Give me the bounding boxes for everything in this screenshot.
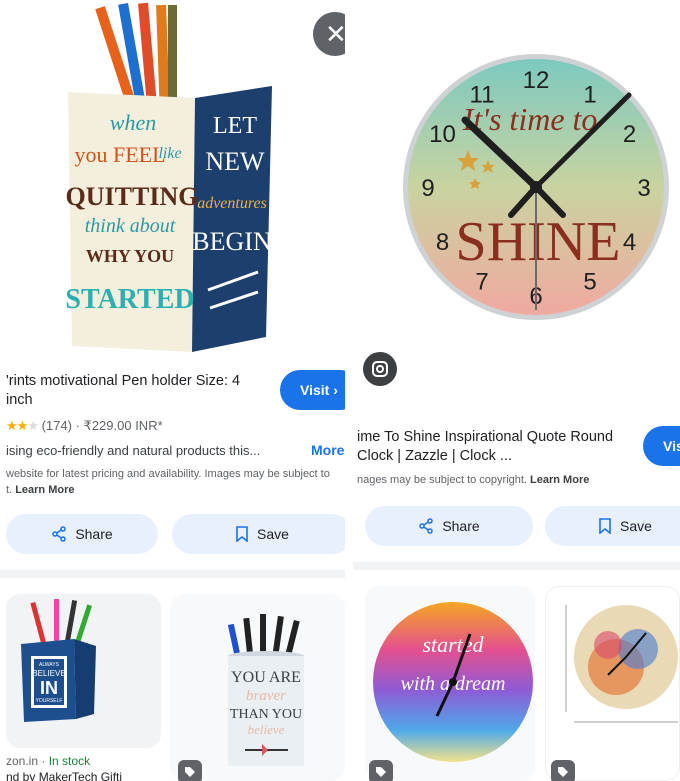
result-title-line-2[interactable]: Clock | Zazzle | Clock ... [357,447,627,466]
learn-more-link[interactable]: Learn More [15,484,74,496]
related-separator: · [41,754,46,768]
related-image-1[interactable]: ALWAYS BELIEVE IN YOURSELF [6,594,161,748]
hero-side-text-3: adventures [197,195,267,212]
bookmark-icon [236,526,248,542]
share-button[interactable]: Share [365,506,533,546]
meta-separator: · [75,418,80,433]
hero-text-2: you FEEL [74,142,165,167]
clock-numeral: 4 [623,229,636,256]
save-button[interactable]: Save [172,514,345,554]
related-1-text-3: IN [40,678,58,698]
section-divider [353,562,680,570]
wall-clock-illustration: 121234567891011 It's time to SHINE [403,54,669,320]
save-button[interactable]: Save [545,506,680,546]
price-tag-icon [178,760,202,781]
bookmark-icon [599,518,611,534]
share-button[interactable]: Share [6,514,158,554]
result-title-line-2[interactable]: inch [6,391,276,410]
price-tag-icon [551,760,575,781]
hero-text-3: like [158,145,181,162]
related-2-text-4: believe [248,722,285,737]
art-clock-illustration [565,605,678,723]
hero-side-text-2: NEW [205,147,265,176]
related-2-text-1: YOU ARE [231,669,301,686]
related-image-2[interactable]: YOU ARE braver THAN YOU believe [170,594,345,781]
hero-text-4: QUITTING [66,182,199,211]
related-1-text-1: ALWAYS [39,662,60,668]
visit-label: Visi [663,438,680,454]
right-result-panel: 121234567891011 It's time to SHINE ime T… [353,0,680,781]
related-1-text-4: YOURSELF [36,698,63,704]
clock-numeral: 12 [523,67,550,94]
related-subtitle[interactable]: nd by MakerTech Gifti [6,770,122,781]
hero-text-6: WHY YOU [86,246,174,266]
copyright-prefix: t. [6,484,13,496]
clock-numeral: 9 [421,175,434,202]
rating-count: (174) [41,418,72,433]
save-label: Save [257,526,289,542]
pen-stand-illustration: ALWAYS BELIEVE IN YOURSELF [21,599,96,722]
pen-holder-illustration: when you FEEL like QUITTING think about … [65,2,272,352]
share-icon [419,518,434,534]
chevron-right-icon: › [329,382,338,398]
more-link[interactable]: More [311,442,344,458]
copyright-notice: website for latest pricing and availabil… [6,466,345,498]
copyright-line-1: website for latest pricing and availabil… [6,468,330,480]
save-label: Save [620,518,652,534]
clock-numeral: 3 [637,175,650,202]
section-divider [0,570,345,578]
visit-label: Visit [300,382,330,398]
hero-text-5: think about [85,215,176,237]
related-clock-text-1: started [422,632,484,657]
hero-side-text-1: LET [213,113,257,139]
related-image-2[interactable] [545,586,680,781]
learn-more-link[interactable]: Learn More [530,474,589,486]
copyright-notice: nages may be subject to copyright. Learn… [357,472,589,488]
share-label: Share [75,526,113,542]
hero-text-1: when [110,110,156,135]
clock-image[interactable]: 121234567891011 It's time to SHINE [353,0,680,350]
star-rating-icon: ★★★ [6,418,39,433]
result-title-line-1[interactable]: 'rints motivational Pen holder Size: 4 [6,372,276,391]
related-image-1[interactable]: started with a dream [365,586,535,781]
rating-row: ★★★ (174) · ₹229.00 INR* [6,418,163,434]
clock-numeral: 8 [436,229,449,256]
related-2-text-3: THAN YOU [230,707,302,722]
result-title[interactable]: 'rints motivational Pen holder Size: 4 i… [6,372,276,410]
result-title-line-1[interactable]: ime To Shine Inspirational Quote Round [357,428,627,447]
share-icon [52,526,67,542]
panel-divider [345,0,353,781]
related-1-text-2: BELIEVE [32,669,65,678]
lens-icon [372,361,388,377]
related-source: zon.in · In stock [6,754,90,768]
hero-side-text-4: BEGIN [192,227,272,256]
clock-text-main: SHINE [456,211,621,273]
copyright-text: nages may be subject to copyright. [357,474,527,486]
pen-holder-image[interactable]: when you FEEL like QUITTING think about … [0,0,345,365]
related-2-text-2: braver [246,688,286,704]
result-title[interactable]: ime To Shine Inspirational Quote Round C… [357,428,627,466]
price-tag-icon [369,760,393,781]
left-result-panel: when you FEEL like QUITTING think about … [0,0,345,781]
rainbow-clock-illustration: started with a dream [373,602,533,762]
mug-illustration: YOU ARE braver THAN YOU believe [227,614,304,766]
copyright-line-2: t. Learn More [6,482,345,498]
price: ₹229.00 INR* [83,418,163,433]
share-label: Share [442,518,480,534]
visit-button[interactable]: Visi [643,426,680,466]
result-description: ising eco-friendly and natural products … [6,443,261,458]
in-stock-label: In stock [48,754,91,768]
visit-button[interactable]: Visit › [280,370,345,410]
clock-numeral: 10 [429,121,456,148]
hero-text-7: STARTED [65,284,194,315]
lens-search-button[interactable] [363,352,397,386]
clock-numeral: 2 [623,121,636,148]
related-source-name: zon.in [6,754,39,768]
